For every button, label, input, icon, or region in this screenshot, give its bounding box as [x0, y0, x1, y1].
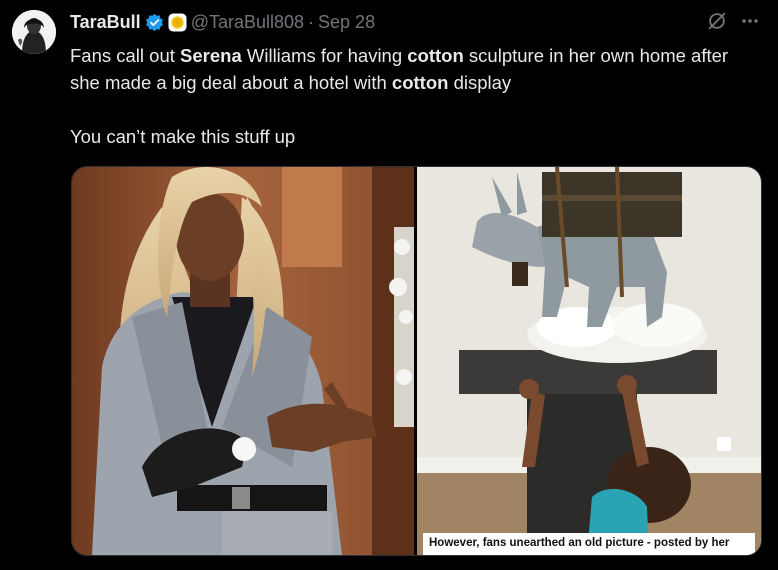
avatar[interactable]	[12, 10, 56, 54]
display-name[interactable]: TaraBull	[70, 12, 141, 33]
photo-caption: However, fans unearthed an old picture -…	[423, 533, 755, 555]
grok-icon[interactable]	[706, 10, 728, 37]
affiliate-badge-icon[interactable]	[168, 12, 187, 32]
more-options-icon[interactable]	[740, 11, 760, 36]
photo-left[interactable]	[72, 167, 414, 555]
tweet: TaraBull @TaraBull808 · Sep 28 Fans call…	[0, 0, 778, 570]
tweet-actions-top	[706, 10, 760, 37]
verified-badge-icon	[145, 13, 164, 32]
tweet-header: TaraBull @TaraBull808 · Sep 28	[70, 10, 375, 34]
photo-right[interactable]: However, fans unearthed an old picture -…	[417, 167, 761, 555]
handle[interactable]: @TaraBull808	[191, 12, 304, 33]
tweet-text-line2: You can’t make this stuff up	[70, 126, 296, 147]
timestamp[interactable]: Sep 28	[318, 12, 375, 33]
separator: ·	[308, 11, 315, 32]
tweet-text: Fans call out Serena Williams for having…	[70, 42, 760, 150]
tweet-text-line1: Fans call out Serena Williams for having…	[70, 45, 729, 93]
media-grid: However, fans unearthed an old picture -…	[71, 166, 762, 556]
